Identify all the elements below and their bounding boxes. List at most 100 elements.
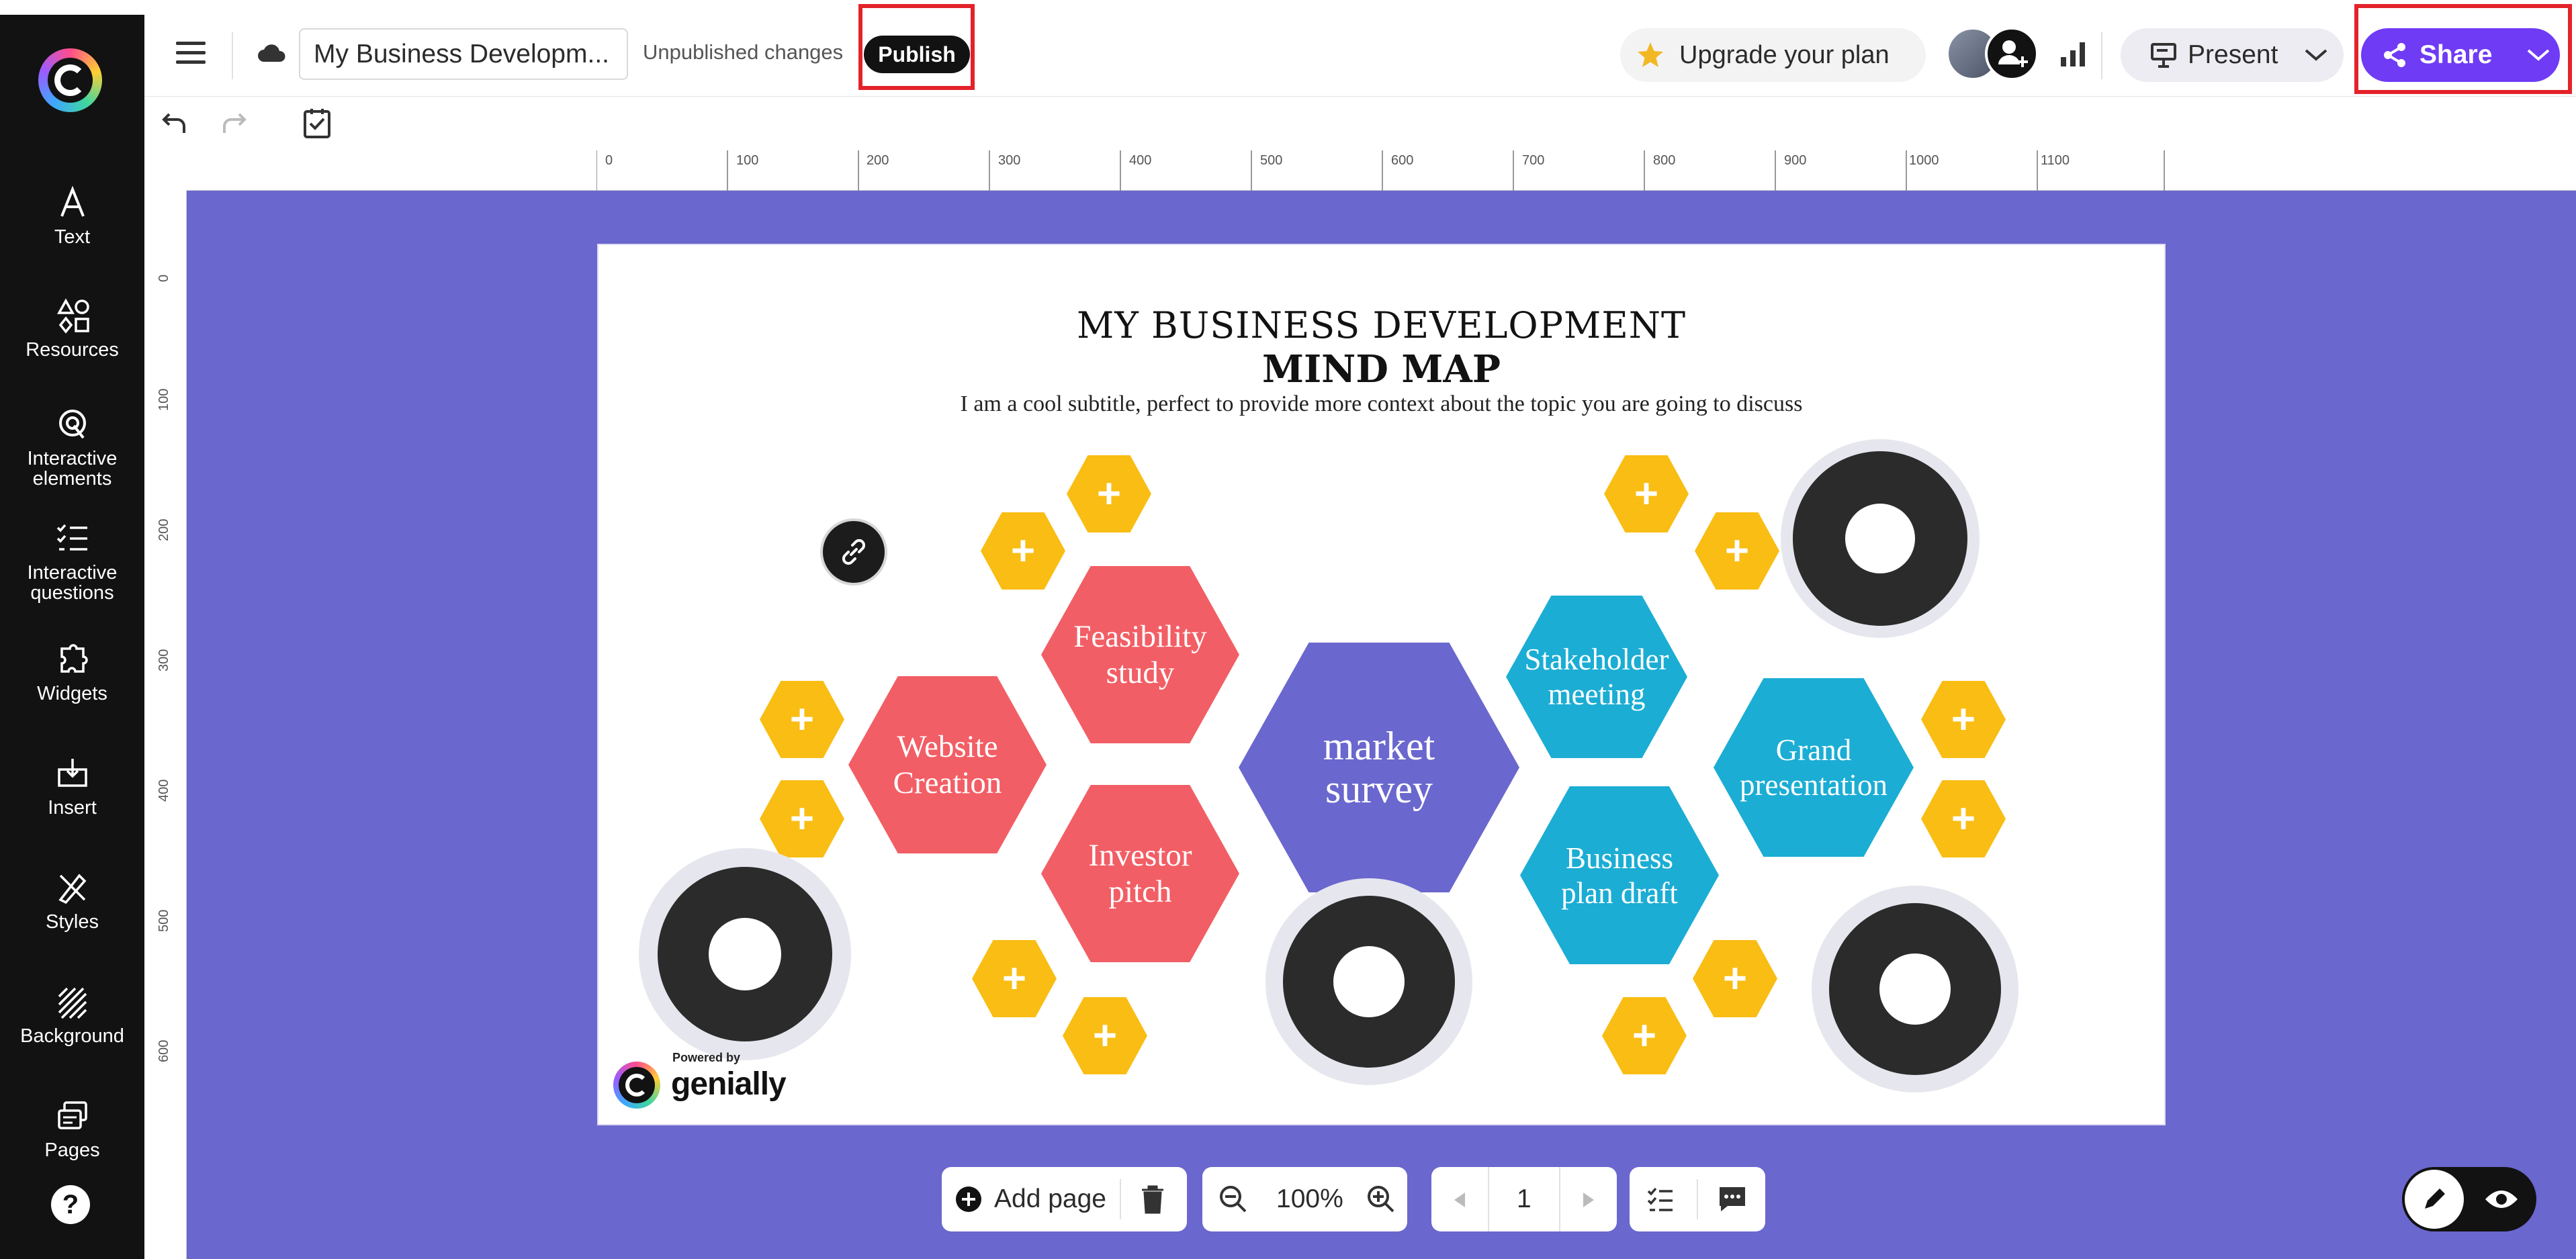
business-plan-draft-node[interactable]: Business plan draft [1520, 786, 1719, 964]
stats-icon[interactable] [2058, 40, 2088, 69]
donut-decoration [1265, 878, 1472, 1085]
comment-icon[interactable] [1717, 1184, 1748, 1214]
donut-decoration [1812, 886, 2018, 1092]
investor-pitch-node[interactable]: Investor pitch [1041, 785, 1239, 962]
add-collaborator-icon[interactable] [1985, 27, 2039, 81]
styles-icon [52, 868, 93, 908]
horizontal-ruler: 0 100 200 300 400 500 600 700 800 900 10… [187, 150, 2576, 191]
sidebar-item-widgets[interactable]: Widgets [0, 639, 144, 704]
zoom-level[interactable]: 100% [1276, 1167, 1343, 1231]
interactive-elements-icon [52, 404, 93, 445]
edit-preview-toggle[interactable] [2402, 1167, 2536, 1231]
slide-title-line2[interactable]: MIND MAP [598, 347, 2164, 391]
redo-icon[interactable] [219, 109, 249, 138]
chevron-down-icon [2304, 48, 2328, 62]
genially-small-logo-icon [613, 1062, 660, 1109]
zoom-out-icon[interactable] [1218, 1184, 1248, 1214]
plus-node[interactable]: + [1604, 455, 1689, 532]
donut-decoration [1781, 439, 1980, 638]
sidebar-item-label: Pages [0, 1140, 144, 1160]
plus-node[interactable]: + [1921, 780, 2006, 857]
plus-node[interactable]: + [1921, 681, 2006, 758]
extra-tools [1630, 1167, 1765, 1231]
share-icon [2381, 42, 2408, 68]
genially-logo-icon[interactable] [38, 48, 102, 112]
link-button[interactable] [820, 518, 887, 586]
sidebar-item-resources[interactable]: Resources [0, 295, 144, 360]
plus-node[interactable]: + [1695, 512, 1779, 590]
zoom-in-icon[interactable] [1366, 1184, 1396, 1214]
donut-decoration [639, 848, 851, 1060]
slide-subtitle[interactable]: I am a cool subtitle, perfect to provide… [598, 391, 2164, 417]
sidebar-item-interactive-elements[interactable]: Interactive elements [0, 404, 144, 489]
add-page-button[interactable]: Add page [994, 1167, 1106, 1231]
grand-presentation-node[interactable]: Grand presentation [1714, 678, 1914, 857]
slide-title-line1[interactable]: MY BUSINESS DEVELOPMENT [598, 304, 2164, 346]
sidebar-item-label: Background [0, 1026, 144, 1046]
resources-icon [52, 295, 93, 336]
cloud-sync-icon [257, 43, 287, 63]
sidebar-item-label: Resources [0, 340, 144, 360]
sidebar-item-interactive-questions[interactable]: Interactive questions [0, 518, 144, 603]
link-icon [839, 537, 869, 567]
divider [1120, 1179, 1121, 1219]
task-checklist-icon[interactable] [302, 107, 332, 140]
background-icon [52, 982, 93, 1022]
powered-by-text: Powered by [672, 1051, 740, 1065]
pages-icon [52, 1096, 93, 1136]
sidebar-item-label: Interactive questions [0, 563, 144, 603]
market-survey-center-node[interactable]: market survey [1239, 643, 1519, 892]
document-title-input[interactable]: My Business Developm... [299, 28, 628, 80]
divider [1488, 1167, 1489, 1231]
plus-node[interactable]: + [760, 780, 844, 857]
left-sidebar: Text Resources Interactive elements Inte… [0, 15, 144, 1259]
star-icon [1636, 41, 1664, 69]
edit-mode-button[interactable] [2405, 1170, 2464, 1229]
sidebar-item-label: Styles [0, 912, 144, 932]
sidebar-item-text[interactable]: Text [0, 183, 144, 247]
publish-status-text: Unpublished changes [643, 40, 843, 64]
sidebar-item-label: Interactive elements [0, 449, 144, 489]
delete-page-icon[interactable] [1139, 1184, 1166, 1214]
ruler-label: 500 [157, 910, 172, 932]
present-button[interactable]: Present [2121, 28, 2344, 82]
plus-node[interactable]: + [981, 512, 1065, 590]
ruler-label: 300 [157, 649, 172, 671]
divider [2101, 32, 2102, 79]
website-creation-node[interactable]: Website Creation [848, 676, 1047, 853]
publish-button[interactable]: Publish [864, 36, 970, 73]
feasibility-study-node[interactable]: Feasibility study [1041, 566, 1239, 743]
plus-node[interactable]: + [760, 681, 844, 758]
slide-canvas[interactable]: MY BUSINESS DEVELOPMENT MIND MAP I am a … [597, 244, 2166, 1125]
sidebar-item-background[interactable]: Background [0, 982, 144, 1046]
stakeholder-meeting-node[interactable]: Stakeholder meeting [1506, 596, 1687, 758]
ruler-label: 600 [157, 1040, 172, 1062]
hamburger-menu-icon[interactable] [176, 42, 206, 71]
undo-icon[interactable] [160, 109, 189, 138]
ruler-label: 100 [157, 389, 172, 411]
page-controls: Add page [942, 1167, 1187, 1231]
next-page-icon[interactable] [1581, 1191, 1597, 1209]
upgrade-plan-button[interactable]: Upgrade your plan [1620, 28, 1926, 82]
plus-node[interactable]: + [1063, 997, 1147, 1074]
genially-wordmark: genially [671, 1066, 786, 1103]
plus-node[interactable]: + [1602, 997, 1687, 1074]
divider [1559, 1167, 1560, 1231]
ruler-ticks [596, 150, 2166, 191]
share-button[interactable]: Share [2361, 28, 2560, 82]
checklist-icon[interactable] [1646, 1184, 1675, 1214]
interactive-questions-icon [52, 518, 93, 559]
vertical-ruler: 0 100 200 300 400 500 600 [144, 191, 187, 1259]
ruler-label: 400 [157, 780, 172, 802]
previous-page-icon[interactable] [1452, 1191, 1468, 1209]
plus-node[interactable]: + [1067, 455, 1151, 532]
sidebar-item-insert[interactable]: Insert [0, 753, 144, 818]
sidebar-item-styles[interactable]: Styles [0, 868, 144, 932]
eye-icon[interactable] [2484, 1187, 2519, 1211]
sidebar-item-label: Widgets [0, 684, 144, 704]
plus-node[interactable]: + [972, 940, 1057, 1017]
present-label: Present [2188, 28, 2278, 82]
sidebar-item-pages[interactable]: Pages [0, 1096, 144, 1160]
plus-node[interactable]: + [1693, 940, 1777, 1017]
help-button[interactable]: ? [51, 1185, 90, 1224]
